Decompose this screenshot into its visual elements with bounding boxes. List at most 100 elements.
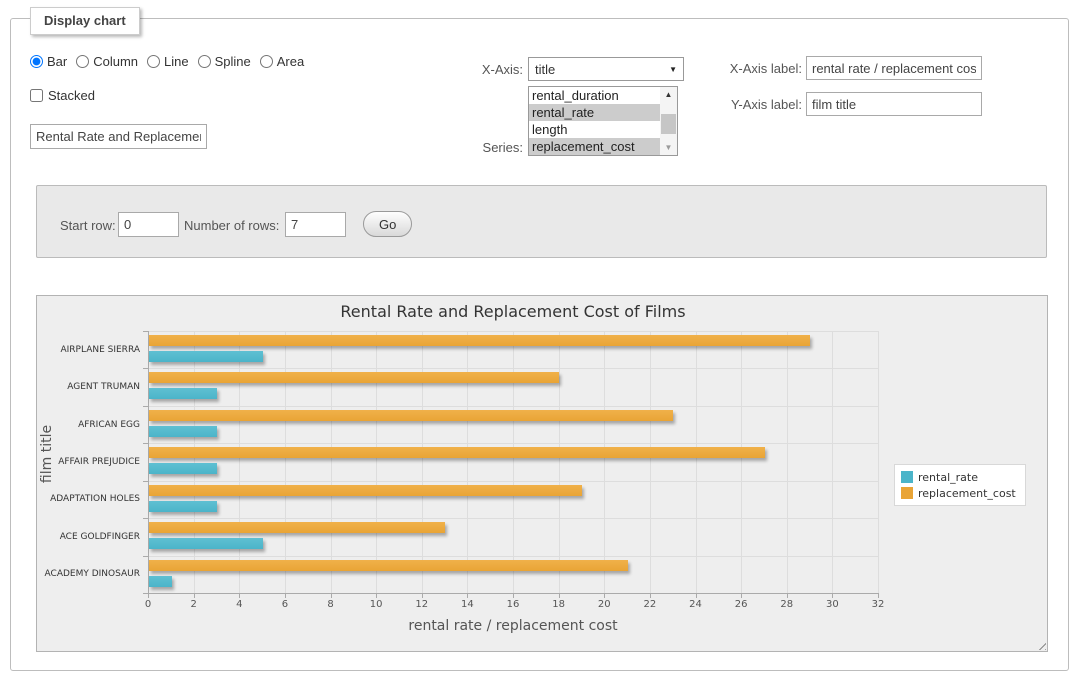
x-tick-label: 22	[630, 599, 670, 610]
x-tick-label: 6	[265, 599, 305, 610]
chart-type-radio-spline[interactable]	[198, 55, 211, 68]
chart-type-option-bar[interactable]: Bar	[30, 54, 67, 69]
start-row-input[interactable]	[118, 212, 179, 237]
chart-type-radio-area[interactable]	[260, 55, 273, 68]
series-option-length[interactable]: length	[529, 121, 660, 138]
num-rows-label: Number of rows:	[184, 218, 279, 233]
bar-replacement_cost[interactable]	[149, 372, 559, 383]
num-rows-input[interactable]	[285, 212, 346, 237]
chart-type-text: Line	[164, 54, 189, 69]
y-gridline	[148, 556, 878, 557]
x-tick-mark	[878, 594, 879, 598]
y-gridline	[148, 443, 878, 444]
bar-rental_rate[interactable]	[149, 538, 263, 549]
x-gridline	[513, 331, 514, 593]
series-option-rental_duration[interactable]: rental_duration	[529, 87, 660, 104]
scroll-down-icon[interactable]: ▼	[660, 140, 677, 155]
y-gridline	[148, 406, 878, 407]
bar-replacement_cost[interactable]	[149, 560, 628, 571]
series-option-rental_rate[interactable]: rental_rate	[529, 104, 660, 121]
x-gridline	[467, 331, 468, 593]
x-gridline	[559, 331, 560, 593]
x-tick-label: 20	[584, 599, 624, 610]
bar-rental_rate[interactable]	[149, 426, 217, 437]
y-axis-label-input[interactable]	[806, 92, 982, 116]
chart-type-option-spline[interactable]: Spline	[198, 54, 251, 69]
x-tick-mark	[787, 594, 788, 598]
y-gridline	[148, 368, 878, 369]
category-label: AGENT TRUMAN	[37, 382, 140, 392]
x-gridline	[878, 331, 879, 593]
chart-type-option-area[interactable]: Area	[260, 54, 304, 69]
legend-swatch-rental_rate	[901, 471, 913, 483]
x-gridline	[741, 331, 742, 593]
x-axis-selected-value: title	[535, 62, 555, 77]
x-tick-label: 4	[219, 599, 259, 610]
chart-type-option-column[interactable]: Column	[76, 54, 138, 69]
legend-label: rental_rate	[918, 471, 978, 484]
x-gridline	[239, 331, 240, 593]
x-axis-select[interactable]: title ▼	[528, 57, 684, 81]
x-gridline	[650, 331, 651, 593]
x-gridline	[285, 331, 286, 593]
x-tick-mark	[331, 594, 332, 598]
x-tick-label: 28	[767, 599, 807, 610]
chart-type-text: Area	[277, 54, 304, 69]
series-scrollbar[interactable]: ▲ ▼	[660, 87, 677, 155]
legend-swatch-replacement_cost	[901, 487, 913, 499]
y-gridline	[148, 331, 878, 332]
bar-rental_rate[interactable]	[149, 463, 217, 474]
category-label: ACADEMY DINOSAUR	[37, 569, 140, 579]
y-gridline	[148, 518, 878, 519]
legend-label: replacement_cost	[918, 487, 1016, 500]
x-tick-mark	[422, 594, 423, 598]
scrollbar-thumb[interactable]	[661, 114, 676, 134]
category-label: AIRPLANE SIERRA	[37, 345, 140, 355]
x-tick-mark	[604, 594, 605, 598]
x-tick-label: 32	[858, 599, 898, 610]
chart-builder-page: Display chart BarColumnLineSplineArea St…	[0, 0, 1081, 681]
x-axis-label-input[interactable]	[806, 56, 982, 80]
resize-handle-icon[interactable]	[1035, 639, 1046, 650]
x-axis-label-field-label: X-Axis label:	[710, 61, 802, 76]
x-axis-line	[148, 593, 879, 594]
x-tick-label: 30	[812, 599, 852, 610]
stacked-checkbox[interactable]	[30, 89, 43, 102]
x-axis-title: rental rate / replacement cost	[408, 618, 617, 634]
bar-replacement_cost[interactable]	[149, 522, 445, 533]
x-tick-mark	[194, 594, 195, 598]
stacked-checkbox-row[interactable]: Stacked	[30, 88, 95, 103]
chart-plot-area	[148, 331, 878, 593]
bar-rental_rate[interactable]	[149, 576, 172, 587]
y-gridline	[148, 481, 878, 482]
x-gridline	[787, 331, 788, 593]
scroll-up-icon[interactable]: ▲	[660, 87, 677, 102]
chart-title: Rental Rate and Replacement Cost of Film…	[340, 302, 685, 321]
bar-rental_rate[interactable]	[149, 501, 217, 512]
bar-replacement_cost[interactable]	[149, 335, 810, 346]
bar-replacement_cost[interactable]	[149, 410, 673, 421]
series-option-replacement_cost[interactable]: replacement_cost	[529, 138, 660, 155]
x-tick-label: 26	[721, 599, 761, 610]
stacked-label: Stacked	[48, 88, 95, 103]
x-tick-mark	[741, 594, 742, 598]
legend-item-replacement_cost[interactable]: replacement_cost	[901, 485, 1016, 501]
legend-item-rental_rate[interactable]: rental_rate	[901, 469, 1016, 485]
x-tick-mark	[559, 594, 560, 598]
x-gridline	[832, 331, 833, 593]
bar-rental_rate[interactable]	[149, 351, 263, 362]
chart-type-radio-bar[interactable]	[30, 55, 43, 68]
chart-type-option-line[interactable]: Line	[147, 54, 189, 69]
bar-replacement_cost[interactable]	[149, 485, 582, 496]
x-tick-mark	[832, 594, 833, 598]
chart-type-radio-line[interactable]	[147, 55, 160, 68]
bar-rental_rate[interactable]	[149, 388, 217, 399]
go-button[interactable]: Go	[363, 211, 412, 237]
bar-replacement_cost[interactable]	[149, 447, 765, 458]
x-gridline	[194, 331, 195, 593]
category-label: ACE GOLDFINGER	[37, 532, 140, 542]
chart-type-radio-column[interactable]	[76, 55, 89, 68]
chart-title-input[interactable]	[30, 124, 207, 149]
x-tick-label: 16	[493, 599, 533, 610]
series-listbox[interactable]: rental_durationrental_ratelengthreplacem…	[528, 86, 678, 156]
